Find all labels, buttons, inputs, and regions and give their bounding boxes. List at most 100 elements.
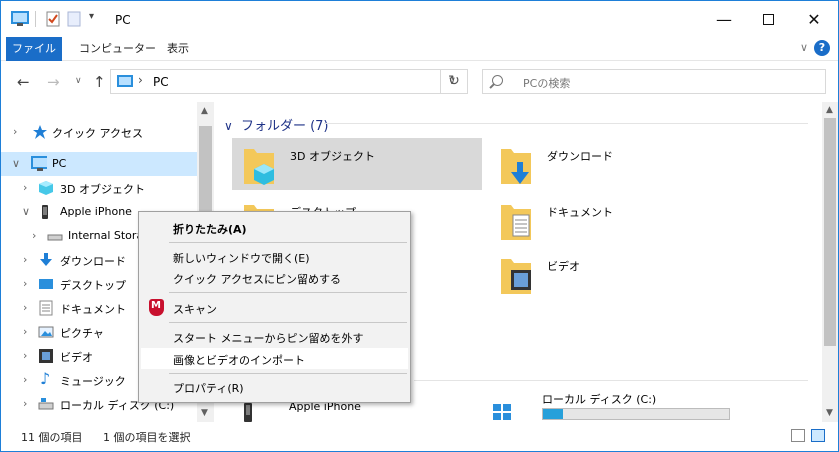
scrollbar-thumb[interactable] xyxy=(824,118,836,346)
local-disk-icon xyxy=(493,404,511,420)
tab-view[interactable]: 表示 xyxy=(155,37,201,61)
scroll-up-arrow-icon[interactable]: ▲ xyxy=(826,105,833,115)
minimize-button[interactable]: — xyxy=(701,1,747,37)
ribbon-expand-chevron-icon[interactable]: ∨ xyxy=(800,41,808,54)
folder-downloads[interactable]: ダウンロード xyxy=(489,138,739,190)
address-bar[interactable]: › PC ∨ xyxy=(110,69,468,94)
refresh-button[interactable]: ↻ xyxy=(440,69,468,94)
breadcrumb-pc[interactable]: PC xyxy=(153,75,169,89)
desktop-icon xyxy=(39,279,53,289)
group-header-folders[interactable]: ∨ フォルダー (7) xyxy=(224,115,329,134)
computer-icon xyxy=(31,156,47,171)
nav-item-label: デスクトップ xyxy=(60,279,126,292)
menu-item-unpin-start[interactable]: スタート メニューからピン留めを外す xyxy=(141,326,408,347)
forward-arrow-icon[interactable]: → xyxy=(47,73,60,91)
picture-icon xyxy=(38,326,54,338)
device-label: ローカル ディスク (C:) xyxy=(542,393,657,406)
menu-item-collapse[interactable]: 折りたたみ(A) xyxy=(141,217,408,238)
tab-computer[interactable]: コンピューター xyxy=(67,37,168,61)
nav-item-3d-objects[interactable]: › 3D オブジェクト xyxy=(1,176,197,200)
new-folder-icon[interactable] xyxy=(67,11,81,27)
folder-videos[interactable]: ビデオ xyxy=(489,248,739,300)
nav-item-label: ダウンロード xyxy=(60,255,126,268)
chevron-down-icon[interactable]: ∨ xyxy=(22,205,30,218)
breadcrumb-chevron-icon[interactable]: › xyxy=(138,73,143,87)
menu-item-label: 折りたたみ(A) xyxy=(173,223,247,236)
maximize-icon xyxy=(762,13,774,25)
scroll-down-arrow-icon[interactable]: ▼ xyxy=(826,408,833,418)
status-selected-count: 1 個の項目を選択 xyxy=(103,431,191,444)
drive-icon xyxy=(47,234,63,241)
menu-item-label: クイック アクセスにピン留めする xyxy=(173,273,341,286)
document-folder-icon xyxy=(501,205,531,240)
cube-icon xyxy=(39,181,53,195)
explorer-window: ▾ PC — ✕ ファイル コンピューター 表示 ∨ ? ← → ∨ ↑ › P… xyxy=(0,0,839,452)
chevron-right-icon[interactable]: › xyxy=(23,181,27,194)
menu-item-pin-quick-access[interactable]: クイック アクセスにピン留めする xyxy=(141,267,408,288)
phone-icon xyxy=(244,403,252,422)
mcafee-shield-icon xyxy=(149,299,164,316)
window-title: PC xyxy=(115,13,131,27)
close-button[interactable]: ✕ xyxy=(791,1,837,37)
title-bar: ▾ PC — ✕ xyxy=(1,1,838,37)
nav-item-label: ミュージック xyxy=(60,375,126,388)
folder-documents[interactable]: ドキュメント xyxy=(489,194,739,246)
menu-item-scan[interactable]: スキャン xyxy=(141,297,408,318)
menu-item-open-new-window[interactable]: 新しいウィンドウで開く(E) xyxy=(141,246,408,267)
chevron-right-icon[interactable]: › xyxy=(32,229,36,242)
search-icon xyxy=(492,75,503,86)
folder-label: ダウンロード xyxy=(547,150,613,163)
large-icons-view-icon[interactable] xyxy=(811,429,825,442)
details-view-icon[interactable] xyxy=(791,429,805,442)
status-item-count: 11 個の項目 xyxy=(21,431,83,444)
chevron-right-icon[interactable]: › xyxy=(23,349,27,362)
nav-item-label: Apple iPhone xyxy=(60,205,132,218)
menu-item-label: スキャン xyxy=(173,303,217,316)
menu-item-properties[interactable]: プロパティ(R) xyxy=(141,376,408,397)
local-disk-icon xyxy=(38,398,54,410)
close-icon: ✕ xyxy=(807,9,821,29)
chevron-right-icon[interactable]: › xyxy=(23,277,27,290)
chevron-right-icon[interactable]: › xyxy=(23,253,27,266)
menu-item-label: スタート メニューからピン留めを外す xyxy=(173,332,364,345)
back-arrow-icon[interactable]: ← xyxy=(17,73,30,91)
chevron-right-icon[interactable]: › xyxy=(23,373,27,386)
search-placeholder: PCの検索 xyxy=(523,77,571,90)
document-icon xyxy=(39,300,53,316)
nav-item-quick-access[interactable]: › クイック アクセス xyxy=(1,120,197,144)
computer-icon[interactable] xyxy=(11,11,29,27)
content-scrollbar[interactable]: ▲ ▼ xyxy=(822,102,838,422)
up-arrow-icon[interactable]: ↑ xyxy=(93,73,106,91)
navigation-bar: ← → ∨ ↑ › PC ∨ ↻ PCの検索 xyxy=(1,62,838,102)
divider xyxy=(324,123,808,124)
chevron-right-icon[interactable]: › xyxy=(23,397,27,410)
scroll-down-arrow-icon[interactable]: ▼ xyxy=(201,408,208,418)
folder-3d-objects[interactable]: 3D オブジェクト xyxy=(232,138,482,190)
chevron-right-icon[interactable]: › xyxy=(23,325,27,338)
chevron-down-icon[interactable]: ∨ xyxy=(12,157,20,170)
ribbon-tabs: ファイル コンピューター 表示 ∨ ? xyxy=(1,37,838,61)
music-icon: ♪ xyxy=(40,369,51,388)
menu-item-label: プロパティ(R) xyxy=(173,382,244,395)
chevron-down-icon[interactable]: ∨ xyxy=(224,119,233,133)
tab-file[interactable]: ファイル xyxy=(6,37,62,61)
drive-usage-fill xyxy=(543,409,564,419)
search-input[interactable]: PCの検索 xyxy=(482,69,826,94)
quick-access-toolbar-dropdown[interactable]: ▾ xyxy=(89,11,94,22)
star-icon xyxy=(33,125,47,139)
device-local-disk[interactable]: ローカル ディスク (C:) xyxy=(489,386,739,422)
scroll-up-arrow-icon[interactable]: ▲ xyxy=(201,106,208,116)
chevron-right-icon[interactable]: › xyxy=(23,301,27,314)
menu-separator xyxy=(169,292,407,293)
phone-icon xyxy=(42,205,48,219)
chevron-right-icon[interactable]: › xyxy=(13,125,17,138)
menu-item-import-pictures[interactable]: 画像とビデオのインポート xyxy=(141,348,408,369)
divider xyxy=(414,380,808,381)
help-icon[interactable]: ? xyxy=(814,40,830,56)
properties-icon[interactable] xyxy=(45,11,61,27)
nav-item-pc[interactable]: ∨ PC xyxy=(1,152,197,176)
recent-locations-chevron-icon[interactable]: ∨ xyxy=(75,76,82,86)
maximize-button[interactable] xyxy=(745,1,791,37)
folder-label: ビデオ xyxy=(547,260,580,273)
menu-separator xyxy=(169,322,407,323)
